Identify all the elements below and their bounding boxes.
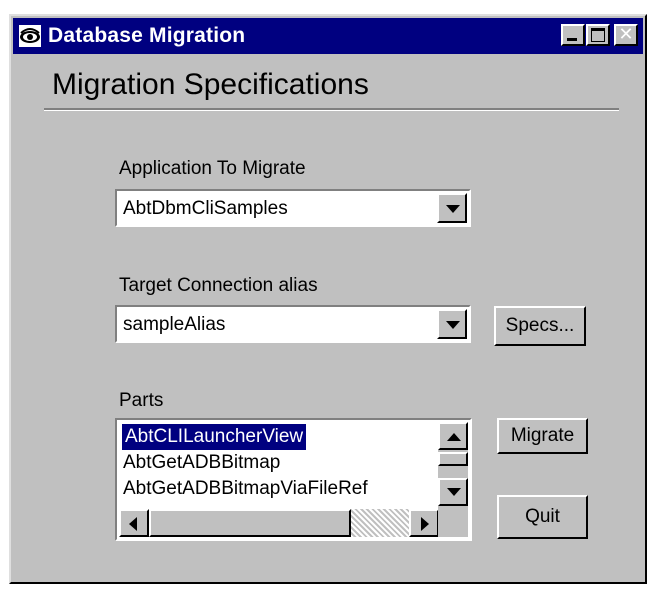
page-title: Migration Specifications <box>52 68 369 101</box>
arrow-right-icon <box>421 517 429 531</box>
parts-listbox[interactable]: AbtCLILauncherView AbtGetADBBitmap AbtGe… <box>115 418 472 541</box>
target-alias-combobox[interactable]: sampleAlias <box>115 305 471 343</box>
quit-button[interactable]: Quit <box>497 495 588 539</box>
close-icon: ✕ <box>618 24 634 45</box>
scroll-up-button[interactable] <box>438 422 468 450</box>
chevron-down-icon <box>446 205 460 213</box>
title-bar[interactable]: Database Migration ✕ <box>13 18 643 54</box>
eye-icon <box>19 25 41 47</box>
list-item[interactable]: AbtGetADBBitmap <box>123 450 280 476</box>
target-alias-dropdown-button[interactable] <box>437 309 467 339</box>
window-title: Database Migration <box>48 24 246 47</box>
horizontal-scrollbar[interactable] <box>119 509 439 537</box>
scroll-down-button[interactable] <box>438 478 468 506</box>
list-item[interactable]: AbtGetADBBitmapViaFileRef <box>123 476 368 502</box>
close-button[interactable]: ✕ <box>614 24 638 46</box>
heading-divider <box>44 108 619 111</box>
horizontal-scroll-track[interactable] <box>351 509 409 537</box>
migrate-button[interactable]: Migrate <box>497 418 588 454</box>
scrollbar-corner <box>438 509 468 537</box>
scroll-right-button[interactable] <box>409 509 439 537</box>
target-alias-value: sampleAlias <box>123 314 226 335</box>
list-item[interactable]: AbtCLILauncherView <box>122 424 307 450</box>
arrow-left-icon <box>129 517 137 531</box>
target-label: Target Connection alias <box>119 275 318 296</box>
scroll-left-button[interactable] <box>119 509 149 537</box>
application-dropdown-button[interactable] <box>437 193 467 223</box>
arrow-down-icon <box>447 488 461 496</box>
parts-label: Parts <box>119 390 164 411</box>
application-label: Application To Migrate <box>119 158 306 179</box>
application-combobox[interactable]: AbtDbmCliSamples <box>115 189 471 227</box>
specs-button[interactable]: Specs... <box>494 306 586 346</box>
minimize-button[interactable] <box>561 24 585 46</box>
application-value: AbtDbmCliSamples <box>123 198 288 219</box>
horizontal-scroll-thumb[interactable] <box>149 509 351 537</box>
arrow-up-icon <box>447 433 461 441</box>
vertical-scrollbar[interactable] <box>438 422 468 509</box>
vertical-scroll-thumb[interactable] <box>438 452 468 466</box>
maximize-button[interactable] <box>586 24 610 46</box>
chevron-down-icon <box>446 321 460 329</box>
